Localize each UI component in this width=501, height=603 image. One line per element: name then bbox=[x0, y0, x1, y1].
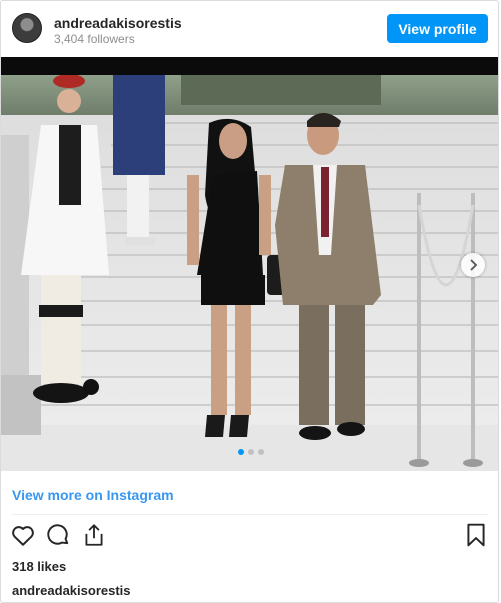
likes-count[interactable]: 318 likes bbox=[12, 559, 66, 574]
instagram-embed-card: andreadakisorestis 3,404 followers View … bbox=[0, 0, 499, 603]
like-button[interactable] bbox=[10, 522, 38, 550]
carousel-dot-active bbox=[237, 449, 244, 455]
share-button[interactable] bbox=[81, 522, 109, 550]
bookmark-icon bbox=[467, 523, 485, 547]
heart-icon bbox=[12, 526, 34, 546]
post-photo bbox=[1, 75, 498, 471]
avatar[interactable] bbox=[12, 13, 42, 43]
divider bbox=[12, 514, 488, 515]
post-header: andreadakisorestis 3,404 followers View … bbox=[1, 1, 498, 57]
view-more-link[interactable]: View more on Instagram bbox=[12, 487, 174, 503]
carousel-dots bbox=[1, 449, 498, 455]
comment-icon bbox=[47, 524, 69, 545]
chevron-right-icon bbox=[470, 259, 478, 271]
media-top-band bbox=[1, 57, 498, 75]
comment-button[interactable] bbox=[45, 522, 73, 550]
view-profile-button[interactable]: View profile bbox=[387, 14, 488, 43]
followers-count: 3,404 followers bbox=[54, 32, 135, 46]
carousel-dot bbox=[257, 449, 264, 455]
share-icon bbox=[85, 524, 103, 546]
next-slide-button[interactable] bbox=[461, 253, 485, 277]
caption-username[interactable]: andreadakisorestis bbox=[12, 583, 131, 598]
action-bar bbox=[1, 522, 498, 554]
post-media[interactable] bbox=[1, 57, 498, 471]
carousel-dot bbox=[247, 449, 254, 455]
username[interactable]: andreadakisorestis bbox=[54, 15, 182, 31]
save-button[interactable] bbox=[463, 522, 491, 550]
